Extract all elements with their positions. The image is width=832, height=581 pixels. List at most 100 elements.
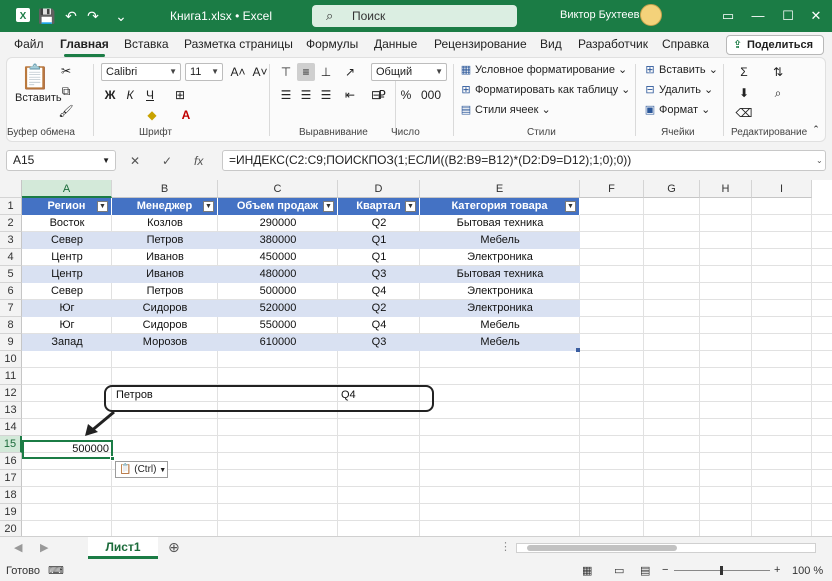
table-cell[interactable]: Сидоров [112, 317, 218, 334]
table-cell[interactable]: Q2 [338, 215, 420, 232]
select-all-corner[interactable] [0, 180, 22, 198]
user-name[interactable]: Виктор Бухтеев [560, 9, 639, 21]
column-header-d[interactable]: D [338, 180, 420, 198]
table-cell[interactable]: 380000 [218, 232, 338, 249]
indent-icon[interactable]: ⇤ [341, 86, 359, 104]
italic-button[interactable]: К [121, 86, 139, 104]
delete-cells-button[interactable]: ⊟ Удалить ⌄ [643, 83, 713, 96]
table-cell[interactable]: Q4 [338, 317, 420, 334]
column-header-e[interactable]: E [420, 180, 580, 198]
tab-developer[interactable]: Разработчик [578, 37, 648, 51]
table-cell[interactable]: Центр [22, 266, 112, 283]
row-header-16[interactable]: 16 [0, 453, 22, 470]
row-header-2[interactable]: 2 [0, 215, 22, 232]
table-cell[interactable]: Бытовая техника [420, 266, 580, 283]
row-header-5[interactable]: 5 [0, 266, 22, 283]
orientation-icon[interactable]: ↗ [341, 63, 359, 81]
close-icon[interactable]: ✕ [806, 6, 826, 26]
tab-help[interactable]: Справка [662, 37, 709, 51]
horizontal-scrollbar[interactable] [516, 543, 816, 553]
cut-icon[interactable]: ✂ [57, 62, 75, 80]
table-cell[interactable]: Север [22, 232, 112, 249]
table-cell[interactable]: Q2 [338, 300, 420, 317]
bold-button[interactable]: Ж [101, 86, 119, 104]
row-header-8[interactable]: 8 [0, 317, 22, 334]
table-cell[interactable]: Восток [22, 215, 112, 232]
tab-data[interactable]: Данные [374, 37, 417, 51]
filter-dropdown-icon[interactable]: ▼ [405, 201, 416, 212]
table-cell[interactable]: Иванов [112, 266, 218, 283]
clear-icon[interactable]: ⌫ [735, 104, 753, 122]
percent-icon[interactable]: % [397, 86, 415, 104]
table-cell[interactable]: Электроника [420, 283, 580, 300]
align-bottom-icon[interactable]: ⊥ [317, 63, 335, 81]
avatar[interactable] [640, 4, 662, 26]
zoom-slider[interactable] [674, 566, 770, 575]
customize-toolbar-icon[interactable]: ⌄ [112, 7, 130, 25]
column-header-c[interactable]: C [218, 180, 338, 198]
table-cell[interactable]: Электроника [420, 249, 580, 266]
number-format-dropdown[interactable]: Общий ▼ [371, 63, 447, 81]
insert-cells-button[interactable]: ⊞ Вставить ⌄ [643, 63, 718, 76]
table-cell[interactable]: Мебель [420, 232, 580, 249]
table-cell[interactable]: Q3 [338, 266, 420, 283]
enter-icon[interactable]: ✓ [162, 154, 172, 168]
page-layout-view-icon[interactable]: ▭ [614, 564, 624, 577]
align-right-icon[interactable]: ☰ [317, 86, 335, 104]
column-header-g[interactable]: G [644, 180, 700, 198]
filter-dropdown-icon[interactable]: ▼ [203, 201, 214, 212]
page-break-view-icon[interactable]: ▤ [640, 564, 650, 577]
expand-formula-icon[interactable]: ⌄ [816, 156, 823, 165]
row-header-9[interactable]: 9 [0, 334, 22, 351]
table-cell[interactable]: Запад [22, 334, 112, 351]
decrease-font-icon[interactable]: A˅ [251, 63, 269, 81]
table-cell[interactable]: Мебель [420, 317, 580, 334]
table-cell[interactable]: Q1 [338, 232, 420, 249]
row-header-1[interactable]: 1 [0, 198, 22, 215]
table-cell[interactable]: 550000 [218, 317, 338, 334]
fx-icon[interactable]: fx [194, 154, 203, 168]
row-header-13[interactable]: 13 [0, 402, 22, 419]
table-cell[interactable]: Электроника [420, 300, 580, 317]
table-cell[interactable]: Север [22, 283, 112, 300]
tab-page-layout[interactable]: Разметка страницы [184, 37, 293, 51]
table-cell[interactable]: Юг [22, 317, 112, 334]
formula-input[interactable]: =ИНДЕКС(C2:C9;ПОИСКПОЗ(1;ЕСЛИ((B2:B9=B12… [222, 150, 826, 171]
cell-styles-button[interactable]: ▤ Стили ячеек ⌄ [459, 103, 551, 116]
format-painter-icon[interactable]: 🖌 [57, 102, 75, 120]
row-header-18[interactable]: 18 [0, 487, 22, 504]
paste-button[interactable]: 📋 Вставить [15, 64, 62, 104]
accessibility-icon[interactable]: ⌨ [48, 564, 64, 577]
table-resize-handle[interactable] [576, 348, 580, 352]
format-cells-button[interactable]: ▣ Формат ⌄ [643, 103, 711, 116]
share-button[interactable]: ⇪ Поделиться [726, 35, 824, 55]
maximize-icon[interactable]: ☐ [778, 6, 798, 26]
column-header-b[interactable]: B [112, 180, 218, 198]
collapse-ribbon-icon[interactable]: ⌃ [807, 120, 825, 138]
row-header-6[interactable]: 6 [0, 283, 22, 300]
table-cell[interactable]: Козлов [112, 215, 218, 232]
comma-style-icon[interactable]: 000 [421, 86, 441, 104]
row-header-11[interactable]: 11 [0, 368, 22, 385]
undo-icon[interactable]: ↶ [62, 7, 80, 25]
autosum-icon[interactable]: Σ [735, 63, 753, 81]
fill-icon[interactable]: ⬇ [735, 84, 753, 102]
filter-dropdown-icon[interactable]: ▼ [565, 201, 576, 212]
table-cell[interactable]: Центр [22, 249, 112, 266]
scrollbar-thumb[interactable] [527, 545, 677, 551]
table-cell[interactable]: 520000 [218, 300, 338, 317]
tab-review[interactable]: Рецензирование [434, 37, 527, 51]
row-header-12[interactable]: 12 [0, 385, 22, 402]
format-as-table-button[interactable]: ⊞ Форматировать как таблицу ⌄ [459, 83, 630, 96]
table-cell[interactable]: 480000 [218, 266, 338, 283]
borders-icon[interactable]: ⊞ [171, 86, 189, 104]
filter-dropdown-icon[interactable]: ▼ [97, 201, 108, 212]
tab-home[interactable]: Главная [60, 37, 109, 57]
prev-sheet-icon[interactable]: ◀ [14, 541, 22, 554]
redo-icon[interactable]: ↷ [84, 7, 102, 25]
table-header-cell[interactable]: Регион ▼ [22, 198, 112, 215]
row-header-17[interactable]: 17 [0, 470, 22, 487]
find-select-icon[interactable]: ⌕ [769, 84, 787, 102]
add-sheet-icon[interactable]: ⊕ [168, 539, 180, 556]
column-header-f[interactable]: F [580, 180, 644, 198]
